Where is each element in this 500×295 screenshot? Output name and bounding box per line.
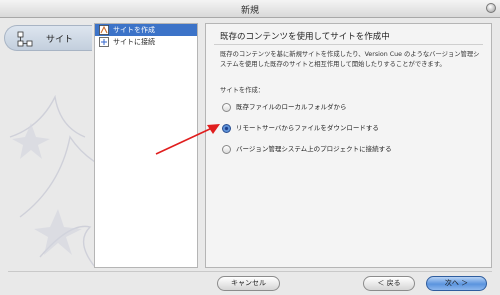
panel-heading: 既存のコンテンツを使用してサイトを作成中 xyxy=(220,32,390,42)
list-item-label: サイトに接続 xyxy=(113,38,155,46)
heading-divider xyxy=(214,44,483,45)
radio-label: 既存ファイルのローカルフォルダから xyxy=(236,103,347,111)
next-button[interactable]: 次へ ＞ xyxy=(426,276,487,291)
list-item-create-site[interactable]: サイトを作成 xyxy=(95,24,197,36)
list-item-label: サイトを作成 xyxy=(113,26,155,34)
back-button[interactable]: ＜ 戻る xyxy=(363,276,415,291)
panel-description: 既存のコンテンツを基に新規サイトを作成したり、Version Cue のようなバ… xyxy=(220,51,480,68)
title-bar: 新規 xyxy=(0,0,500,18)
create-site-icon xyxy=(99,25,109,35)
content-panel: 既存のコンテンツを使用してサイトを作成中 既存のコンテンツを基に新規サイトを作成… xyxy=(205,23,492,268)
radio-label: バージョン管理システム上のプロジェクトに接続する xyxy=(236,145,392,153)
category-tab-site[interactable]: サイト xyxy=(4,25,92,51)
radio-button[interactable] xyxy=(222,103,231,112)
site-network-icon xyxy=(17,31,33,47)
list-item-connect-site[interactable]: サイトに接続 xyxy=(95,36,197,48)
category-tab-label: サイト xyxy=(46,35,74,45)
footer-divider xyxy=(8,271,492,272)
cancel-button[interactable]: キャンセル xyxy=(217,276,280,291)
connect-site-icon xyxy=(99,37,109,47)
toolbar-toggle-button[interactable] xyxy=(486,3,496,13)
option-group-label: サイトを作成： xyxy=(220,87,265,94)
radio-label: リモートサーバからファイルをダウンロードする xyxy=(236,124,379,132)
annotation-arrow xyxy=(155,124,220,155)
window-title: 新規 xyxy=(240,6,259,16)
